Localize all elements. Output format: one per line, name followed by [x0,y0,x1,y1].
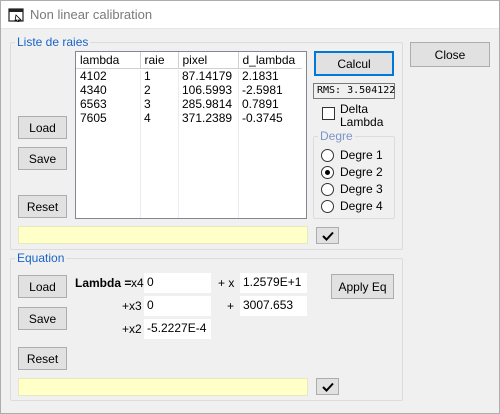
cell-raie[interactable]: 4 [140,111,178,125]
radio-degre-2[interactable]: Degre 2 [321,164,383,180]
cell-pixel[interactable]: 371.2389 [178,111,238,125]
radio-label: Degre 1 [340,148,383,162]
radio-degre-1[interactable]: Degre 1 [321,147,383,163]
cell-lambda[interactable]: 6563 [76,97,140,111]
save-lines-button[interactable]: Save [18,147,67,170]
table-row[interactable]: 6563 3 285.9814 0.7891 [76,97,302,111]
table-header-row: lambda raie pixel d_lambda [76,52,302,69]
cell-pixel[interactable]: 285.9814 [178,97,238,111]
cell-raie[interactable]: 3 [140,97,178,111]
window-app-icon [8,8,24,22]
calibration-window: Non linear calibration Close Liste de ra… [0,0,500,414]
delta-lambda-label-line1: Delta [340,102,369,116]
radio-button-selected-icon[interactable] [321,165,334,179]
grid-column-divider [238,70,239,218]
radio-button-icon[interactable] [321,199,334,213]
table-row[interactable]: 4102 1 87.14179 2.1831 [76,69,302,83]
grid-column-divider [140,70,141,218]
lambda-equals-label: Lambda = [75,276,132,290]
apply-equation-button[interactable]: Apply Eq [331,274,394,299]
cell-d-lambda[interactable]: 2.1831 [238,69,302,83]
radio-button-icon[interactable] [321,182,334,196]
grid-column-divider [178,70,179,218]
close-button[interactable]: Close [410,42,490,67]
cell-d-lambda[interactable]: -2.5981 [238,83,302,97]
cell-pixel[interactable]: 87.14179 [178,69,238,83]
column-header-pixel[interactable]: pixel [178,52,239,69]
radio-label: Degre 3 [340,182,383,196]
radio-degre-4[interactable]: Degre 4 [321,198,383,214]
liste-confirm-button[interactable] [316,227,339,244]
table-row[interactable]: 4340 2 106.5993 -2.5981 [76,83,302,97]
cell-lambda[interactable]: 7605 [76,111,140,125]
degre-group-label: Degre [318,129,355,143]
liste-de-raies-label: Liste de raies [15,35,91,49]
x4-label: x4 [131,276,144,290]
rms-value: 3.504122 [347,85,396,96]
rms-label: RMS: [317,85,342,96]
x4-coefficient-field[interactable]: 0 [144,273,211,293]
save-equation-button[interactable]: Save [18,307,67,330]
delta-lambda-label-line2: Lambda [340,115,384,129]
cell-lambda[interactable]: 4340 [76,83,140,97]
x-label: + x [218,276,235,290]
x-coefficient-field[interactable]: 1.2579E+1 [240,273,307,293]
delta-lambda-checkbox[interactable] [322,107,335,120]
cell-lambda[interactable]: 4102 [76,69,140,83]
reset-equation-button[interactable]: Reset [18,347,67,370]
checkmark-icon [321,231,334,241]
equation-status-bar [18,378,308,396]
radio-label: Degre 4 [340,199,383,213]
equation-confirm-button[interactable] [316,378,339,395]
table-row[interactable]: 7605 4 371.2389 -0.3745 [76,111,302,125]
window-title: Non linear calibration [30,7,153,22]
column-header-lambda[interactable]: lambda [76,52,141,69]
rms-display: RMS: 3.504122 [313,83,395,99]
cell-raie[interactable]: 2 [140,83,178,97]
x3-coefficient-field[interactable]: 0 [144,296,211,316]
x3-label: +x3 [122,299,142,313]
cell-pixel[interactable]: 106.5993 [178,83,238,97]
liste-status-bar [18,226,308,244]
title-bar[interactable]: Non linear calibration [1,1,499,29]
x2-coefficient-field[interactable]: -5.2227E-4 [144,319,211,339]
radio-degre-3[interactable]: Degre 3 [321,181,383,197]
x2-label: +x2 [122,322,142,336]
column-header-raie[interactable]: raie [140,52,179,69]
load-equation-button[interactable]: Load [18,275,67,298]
equation-group-label: Equation [15,251,67,265]
load-lines-button[interactable]: Load [18,116,67,139]
cell-d-lambda[interactable]: -0.3745 [238,111,302,125]
checkmark-icon [321,382,334,392]
radio-label: Degre 2 [340,165,383,179]
cell-raie[interactable]: 1 [140,69,178,83]
constant-coefficient-field[interactable]: 3007.653 [240,296,307,316]
reset-lines-button[interactable]: Reset [18,195,67,218]
lines-grid[interactable]: lambda raie pixel d_lambda 4102 1 87.141… [75,51,307,219]
cell-d-lambda[interactable]: 0.7891 [238,97,302,111]
column-header-d-lambda[interactable]: d_lambda [238,52,302,69]
radio-button-icon[interactable] [321,148,334,162]
lines-table: lambda raie pixel d_lambda 4102 1 87.141… [76,52,302,125]
plus-constant-label: + [227,299,235,313]
calcul-button[interactable]: Calcul [314,51,394,76]
